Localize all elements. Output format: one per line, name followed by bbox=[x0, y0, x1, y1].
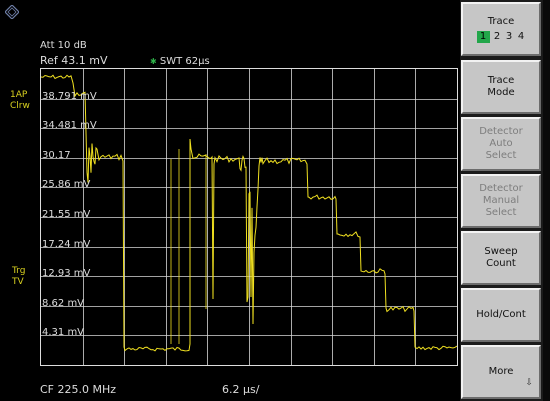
detector-manual-label-2: Manual bbox=[482, 195, 520, 206]
measurement-screen: Att 10 dB Ref 43.1 mV ✱ SWT 62µs 1AP Clr… bbox=[0, 0, 459, 401]
trigger-flag: Trg TV bbox=[12, 266, 26, 287]
panel-edge bbox=[543, 0, 550, 401]
trace-mode-softkey[interactable]: Trace Mode bbox=[461, 60, 541, 114]
arrow-down-icon: ⇩ bbox=[525, 378, 533, 388]
trace-mode-label-1: Trace bbox=[487, 75, 515, 86]
trace-mode-flag: 1AP Clrw bbox=[10, 90, 30, 111]
y-axis-tick-label: 25.86 mV bbox=[42, 179, 91, 190]
detector-auto-label-2: Auto bbox=[489, 138, 513, 149]
trace-4-option[interactable]: 4 bbox=[517, 31, 526, 43]
attenuation-label: Att 10 dB bbox=[40, 40, 87, 51]
more-softkey[interactable]: More ⇩ bbox=[461, 345, 541, 399]
trace-softkey-label: Trace bbox=[487, 15, 515, 27]
hold-cont-label: Hold/Cont bbox=[476, 309, 526, 320]
y-axis-tick-label: 4.31 mV bbox=[42, 327, 85, 338]
sweep-count-softkey[interactable]: Sweep Count bbox=[461, 231, 541, 285]
trace-graph bbox=[41, 69, 457, 365]
sweep-per-division-label: 6.2 µs/ bbox=[222, 383, 260, 396]
analyzer-window: Att 10 dB Ref 43.1 mV ✱ SWT 62µs 1AP Clr… bbox=[0, 0, 550, 401]
sweep-count-label-2: Count bbox=[486, 258, 516, 269]
detector-manual-label-1: Detector bbox=[479, 183, 523, 194]
detector-auto-select-softkey[interactable]: Detector Auto Select bbox=[461, 117, 541, 171]
sweep-time-label: ✱ SWT 62µs bbox=[150, 56, 210, 67]
trace-softkey[interactable]: Trace 1 2 3 4 bbox=[461, 2, 541, 56]
hold-cont-softkey[interactable]: Hold/Cont bbox=[461, 288, 541, 342]
trace-display bbox=[40, 68, 458, 366]
detector-auto-label-1: Detector bbox=[479, 126, 523, 137]
trace-3-option[interactable]: 3 bbox=[505, 31, 514, 43]
rohde-schwarz-logo-icon bbox=[5, 5, 19, 19]
y-axis-tick-label: 12.93 mV bbox=[42, 268, 91, 279]
softkey-panel: Trace 1 2 3 4 Trace Mode Detector Auto S… bbox=[460, 0, 550, 401]
y-axis-tick-label: 8.62 mV bbox=[42, 298, 85, 309]
trace-mode-label-2: Mode bbox=[487, 87, 515, 98]
signal-trace bbox=[41, 74, 457, 352]
sweep-count-label-1: Sweep bbox=[484, 246, 518, 257]
center-frequency-label: CF 225.0 MHz bbox=[40, 383, 117, 396]
detector-auto-label-3: Select bbox=[485, 150, 517, 161]
y-axis-tick-label: 17.24 mV bbox=[42, 239, 91, 250]
trace-1-option[interactable]: 1 bbox=[476, 30, 490, 43]
trace-number-selector: 1 2 3 4 bbox=[476, 30, 526, 43]
y-axis-tick-label: 34.481 mV bbox=[42, 120, 97, 131]
more-label: More bbox=[488, 366, 514, 377]
detector-manual-label-3: Select bbox=[485, 207, 517, 218]
y-axis-tick-label: 38.791 mV bbox=[42, 91, 97, 102]
detector-manual-select-softkey[interactable]: Detector Manual Select bbox=[461, 174, 541, 228]
trace-2-option[interactable]: 2 bbox=[493, 31, 502, 43]
y-axis-tick-label: 21.55 mV bbox=[42, 209, 91, 220]
y-axis-tick-label: 30.17 bbox=[42, 150, 71, 161]
reference-level-label: Ref 43.1 mV bbox=[40, 54, 108, 67]
